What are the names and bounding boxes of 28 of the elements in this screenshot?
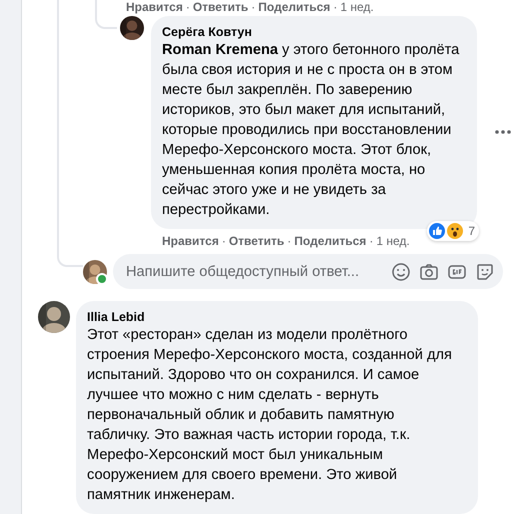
separator-dot: · <box>333 0 338 14</box>
separator-dot: · <box>251 0 256 14</box>
like-icon <box>429 223 446 239</box>
timestamp: 1 нед. <box>376 234 410 248</box>
separator-dot: · <box>287 234 292 248</box>
separator-dot: · <box>186 0 190 14</box>
emoji-icon[interactable] <box>391 262 411 282</box>
reaction-badge[interactable]: 7 <box>427 221 479 241</box>
like-link[interactable]: Нравится <box>126 0 183 14</box>
camera-icon[interactable] <box>419 262 439 282</box>
reply-input-field[interactable]: Напишите общедоступный ответ... <box>124 262 383 280</box>
share-link[interactable]: Поделиться <box>258 0 330 14</box>
comment-text: Этот «ресторан» сделан из модели пролётного строения Мерефо-Херсонского моста, созданной для испытаний. Здорово что он сохранился. И самое лучшее что можно с ним сделать - вернуть первоначальный облик и добавить памятную табличку. Это важная часть истории города, т.к. Мерефо-Херсонский мост был уникальным сооружением для своего времени. Это живой памятник инженерам. <box>87 326 453 505</box>
separator-dot: · <box>222 234 226 248</box>
reply-link[interactable]: Ответить <box>228 234 284 248</box>
like-link[interactable]: Нравится <box>162 234 219 248</box>
more-options-icon[interactable] <box>495 130 511 134</box>
timestamp: 1 нед. <box>340 0 374 14</box>
author-name[interactable]: Illia Lebid <box>87 309 458 325</box>
sticker-icon[interactable] <box>475 262 495 282</box>
wow-emoji-icon <box>447 223 464 239</box>
reply-link[interactable]: Ответить <box>192 0 248 14</box>
author-name[interactable]: Серёга Ковтун <box>162 24 465 40</box>
comment-composer[interactable]: Напишите общедоступный ответ... <box>113 254 503 289</box>
separator-dot: · <box>369 234 374 248</box>
reaction-count: 7 <box>468 224 475 238</box>
comment-text: Roman Kremena у этого бетонного пролёта была своя история и не с проста он в этом месте был закреплён. По заверению историков, это был макет для испытаний, которые проводились при восстановлении Мерефо-Херсонского моста. Этот блок, уменьшенная копия пролёта моста, но сейчас этого уже и не увидеть за перестройками. <box>162 41 460 220</box>
share-link[interactable]: Поделиться <box>294 234 366 248</box>
